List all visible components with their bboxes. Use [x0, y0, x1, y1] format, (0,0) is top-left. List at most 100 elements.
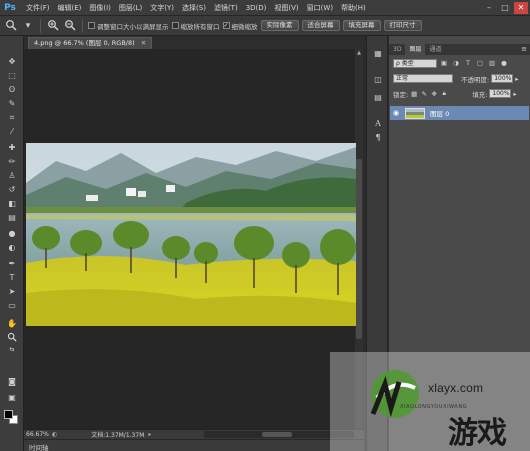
close-button[interactable]: ✕ — [514, 2, 528, 14]
watermark-brand: 游戏 — [448, 416, 507, 451]
menu-edit[interactable]: 编辑(E) — [54, 0, 86, 16]
path-selection-tool-icon[interactable]: ➤ — [4, 286, 20, 297]
scrubby-zoom-option[interactable]: ✓ 细微缩放 — [222, 21, 258, 31]
actual-pixels-button[interactable]: 实际像素 — [260, 20, 299, 31]
divider — [40, 18, 41, 33]
history-panel-icon[interactable]: ▦ — [372, 48, 384, 59]
lasso-tool-icon[interactable]: ʘ — [4, 84, 20, 95]
adjustment-filter-icon[interactable]: ◑ — [451, 59, 461, 68]
zoom-all-option[interactable]: 缩放所有窗口 — [171, 21, 220, 31]
status-menu-arrow-icon[interactable]: ▸ — [148, 431, 151, 438]
character-panel-icon[interactable]: A — [372, 118, 384, 129]
fill-input[interactable]: 100% — [489, 89, 512, 98]
zoom-in-icon[interactable] — [46, 19, 60, 33]
zoom-icon[interactable] — [4, 19, 18, 33]
menu-window[interactable]: 窗口(W) — [303, 0, 337, 16]
fit-screen-button[interactable]: 适合屏幕 — [301, 20, 340, 31]
paragraph-panel-icon[interactable]: ¶ — [372, 132, 384, 143]
lock-fill-row: 锁定: ▦ ✎ ✥ 🔒︎ 填充: 100% ▸ — [393, 88, 527, 99]
foreground-color-swatch[interactable] — [4, 410, 13, 419]
dodge-tool-icon[interactable]: ◐ — [4, 242, 20, 253]
menu-type[interactable]: 文字(Y) — [146, 0, 178, 16]
history-brush-tool-icon[interactable]: ↺ — [4, 184, 20, 195]
scrubby-zoom-checkbox[interactable]: ✓ — [222, 22, 230, 29]
eyedropper-tool-icon[interactable]: ⁄ — [4, 126, 20, 137]
zoom-all-checkbox[interactable] — [171, 22, 179, 29]
smart-object-filter-icon[interactable]: ▥ — [487, 59, 497, 68]
menu-layer[interactable]: 图层(L) — [115, 0, 146, 16]
scroll-up-icon[interactable]: ▲ — [355, 49, 363, 57]
shape-tool-icon[interactable]: ▭ — [4, 300, 20, 311]
lock-transparent-icon[interactable]: ▦ — [410, 90, 418, 98]
menu-file[interactable]: 文件(F) — [22, 0, 54, 16]
filter-toggle-icon[interactable]: ● — [499, 59, 509, 68]
lock-all-icon[interactable]: 🔒︎ — [440, 89, 448, 98]
shape-filter-icon[interactable]: ▢ — [475, 59, 485, 68]
document-tab-title: 4.png @ 66.7% (图层 0, RGB/8) — [34, 39, 135, 47]
tab-3d[interactable]: 3D — [389, 44, 405, 55]
panel-menu-icon[interactable]: ≡ — [521, 44, 527, 55]
close-tab-icon[interactable]: ✕ — [141, 39, 146, 47]
visibility-eye-icon[interactable]: ◉ — [390, 109, 402, 117]
status-info-icon[interactable]: ◐ — [52, 431, 57, 438]
menu-filter[interactable]: 滤镜(T) — [210, 0, 242, 16]
menu-help[interactable]: 帮助(H) — [337, 0, 370, 16]
marquee-tool-icon[interactable]: ⬚ — [4, 70, 20, 81]
print-size-button[interactable]: 打印尺寸 — [383, 20, 422, 31]
swap-colors-icon[interactable]: ⇆ — [4, 346, 20, 354]
menu-view[interactable]: 视图(V) — [270, 0, 302, 16]
maximize-button[interactable]: □ — [498, 2, 512, 14]
fill-screen-button[interactable]: 填充屏幕 — [342, 20, 381, 31]
landscape-photo[interactable] — [26, 143, 356, 326]
screen-mode-icon[interactable]: ▣ — [4, 392, 20, 403]
gradient-tool-icon[interactable]: ▤ — [4, 212, 20, 223]
minimize-button[interactable]: – — [482, 2, 496, 14]
quick-select-tool-icon[interactable]: ✎ — [4, 98, 20, 109]
filter-kind-select[interactable]: ρ 类型 — [393, 59, 437, 68]
tools-panel: ✥ ⬚ ʘ ✎ ⌗ ⁄ ✚ ✏ ♙ ↺ ◧ ▤ ● ◐ ✒ T ➤ ▭ ✋ ⇆ … — [0, 36, 24, 451]
crop-tool-icon[interactable]: ⌗ — [4, 112, 20, 123]
tab-layers[interactable]: 图层 — [405, 44, 426, 55]
move-tool-icon[interactable]: ✥ — [4, 56, 20, 67]
layer-thumbnail[interactable] — [405, 107, 425, 119]
resize-windows-checkbox[interactable] — [88, 22, 95, 29]
opacity-input[interactable]: 100% — [491, 74, 514, 83]
tool-preset-dropdown-icon[interactable]: ▾ — [21, 19, 35, 33]
adjustments-panel-icon[interactable]: ◫ — [372, 74, 384, 85]
zoom-tool-icon[interactable] — [4, 332, 20, 343]
tab-channels[interactable]: 通道 — [425, 44, 445, 55]
pen-tool-icon[interactable]: ✒ — [4, 258, 20, 269]
document-tab[interactable]: 4.png @ 66.7% (图层 0, RGB/8) ✕ — [28, 37, 153, 49]
fill-dropdown-icon[interactable]: ▸ — [513, 90, 516, 98]
blur-tool-icon[interactable]: ● — [4, 228, 20, 239]
hand-tool-icon[interactable]: ✋ — [4, 318, 20, 329]
menu-select[interactable]: 选择(S) — [178, 0, 210, 16]
blend-opacity-row: 正常 不透明度: 100% ▸ — [393, 73, 527, 84]
horizontal-scroll-thumb[interactable] — [262, 432, 292, 437]
lock-pixels-icon[interactable]: ✎ — [420, 90, 428, 98]
properties-panel-icon[interactable]: ▤ — [372, 92, 384, 103]
site-watermark: xlayx.com XIAOLONGYOUXIWANG 游戏 — [330, 352, 530, 451]
opacity-label: 不透明度: — [461, 75, 490, 84]
timeline-panel[interactable]: 时间轴 — [24, 439, 364, 451]
type-filter-icon[interactable]: T — [463, 59, 473, 68]
menu-image[interactable]: 图像(I) — [85, 0, 115, 16]
vertical-scroll-thumb[interactable] — [356, 159, 362, 339]
type-tool-icon[interactable]: T — [4, 272, 20, 283]
brush-tool-icon[interactable]: ✏ — [4, 156, 20, 167]
zoom-out-icon[interactable] — [63, 19, 77, 33]
quick-mask-icon[interactable]: ◙ — [4, 376, 20, 387]
menu-3d[interactable]: 3D(D) — [242, 0, 271, 16]
pixel-filter-icon[interactable]: ▣ — [439, 59, 449, 68]
timeline-label[interactable]: 时间轴 — [29, 442, 49, 451]
clone-stamp-tool-icon[interactable]: ♙ — [4, 170, 20, 181]
resize-windows-option[interactable]: 调整窗口大小以满屏显示 — [88, 21, 169, 31]
zoom-level-field[interactable]: 66.67% — [24, 431, 52, 438]
opacity-dropdown-icon[interactable]: ▸ — [515, 75, 518, 83]
blend-mode-select[interactable]: 正常 — [393, 74, 453, 83]
eraser-tool-icon[interactable]: ◧ — [4, 198, 20, 209]
lock-position-icon[interactable]: ✥ — [430, 90, 438, 98]
healing-brush-tool-icon[interactable]: ✚ — [4, 142, 20, 153]
layer-row[interactable]: ◉ 图层 0 — [390, 106, 529, 120]
layer-name[interactable]: 图层 0 — [430, 108, 449, 118]
